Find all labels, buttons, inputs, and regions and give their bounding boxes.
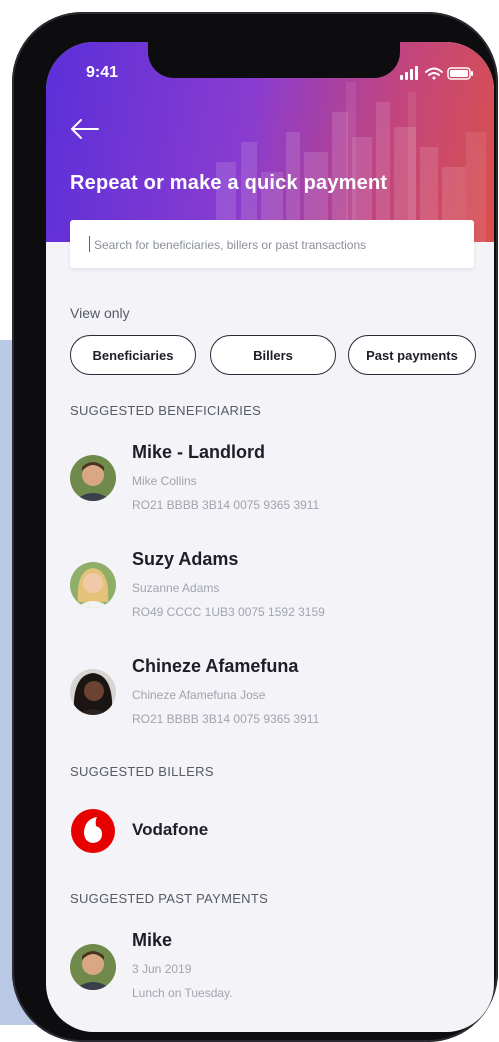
avatar (70, 455, 116, 501)
phone-frame: 9:41 Repeat or make a quick payment Sear… (12, 12, 498, 1042)
beneficiary-name: Mike - Landlord (132, 442, 266, 462)
beneficiary-full-name: Mike Collins (132, 474, 197, 488)
beneficiary-row[interactable]: Chineze Afamefuna Chineze Afamefuna Jose… (46, 654, 494, 734)
beneficiary-iban: RO21 BBBB 3B14 0075 9365 3911 (132, 712, 320, 726)
vodafone-logo-icon (71, 809, 115, 853)
filter-label: View only (70, 305, 130, 321)
avatar (70, 669, 116, 715)
past-payment-name: Mike (132, 930, 173, 950)
past-payment-date: 3 Jun 2019 (132, 962, 192, 976)
filter-chip-billers[interactable]: Billers (210, 335, 336, 375)
beneficiary-full-name: Suzanne Adams (132, 581, 220, 595)
filter-chip-past-payments[interactable]: Past payments (348, 335, 476, 375)
biller-row[interactable]: Vodafone (46, 800, 494, 860)
beneficiary-row[interactable]: Suzy Adams Suzanne Adams RO49 CCCC 1UB3 … (46, 547, 494, 627)
beneficiary-row[interactable]: Mike - Landlord Mike Collins RO21 BBBB 3… (46, 440, 494, 520)
app-screen: 9:41 Repeat or make a quick payment Sear… (46, 42, 494, 1032)
camera-notch (148, 42, 400, 78)
beneficiary-name: Suzy Adams (132, 549, 239, 569)
past-payment-row[interactable]: Mike 3 Jun 2019 Lunch on Tuesday. (46, 930, 494, 1010)
past-payment-note: Lunch on Tuesday. (132, 986, 233, 1000)
page-title: Repeat or make a quick payment (70, 172, 388, 194)
filter-chip-beneficiaries[interactable]: Beneficiaries (70, 335, 196, 375)
back-arrow-icon[interactable] (70, 118, 100, 140)
status-icons (400, 66, 473, 80)
signal-icon (400, 66, 418, 80)
beneficiary-full-name: Chineze Afamefuna Jose (132, 688, 266, 702)
avatar (70, 562, 116, 608)
section-header-past-payments: SUGGESTED PAST PAYMENTS (70, 891, 269, 906)
biller-name: Vodafone (132, 820, 209, 839)
section-header-beneficiaries: SUGGESTED BENEFICIARIES (70, 403, 262, 418)
search-bar[interactable] (70, 220, 474, 270)
section-header-billers: SUGGESTED BILLERS (70, 764, 214, 779)
avatar (70, 944, 116, 990)
beneficiary-iban: RO49 CCCC 1UB3 0075 1592 3159 (132, 605, 325, 619)
header: 9:41 Repeat or make a quick payment (46, 42, 494, 242)
beneficiary-name: Chineze Afamefuna (132, 656, 299, 676)
beneficiary-iban: RO21 BBBB 3B14 0075 9365 3911 (132, 498, 320, 512)
wifi-icon (425, 67, 443, 80)
text-cursor (89, 236, 90, 252)
search-input[interactable] (92, 220, 466, 270)
status-time: 9:41 (86, 64, 119, 81)
battery-icon (447, 67, 473, 80)
